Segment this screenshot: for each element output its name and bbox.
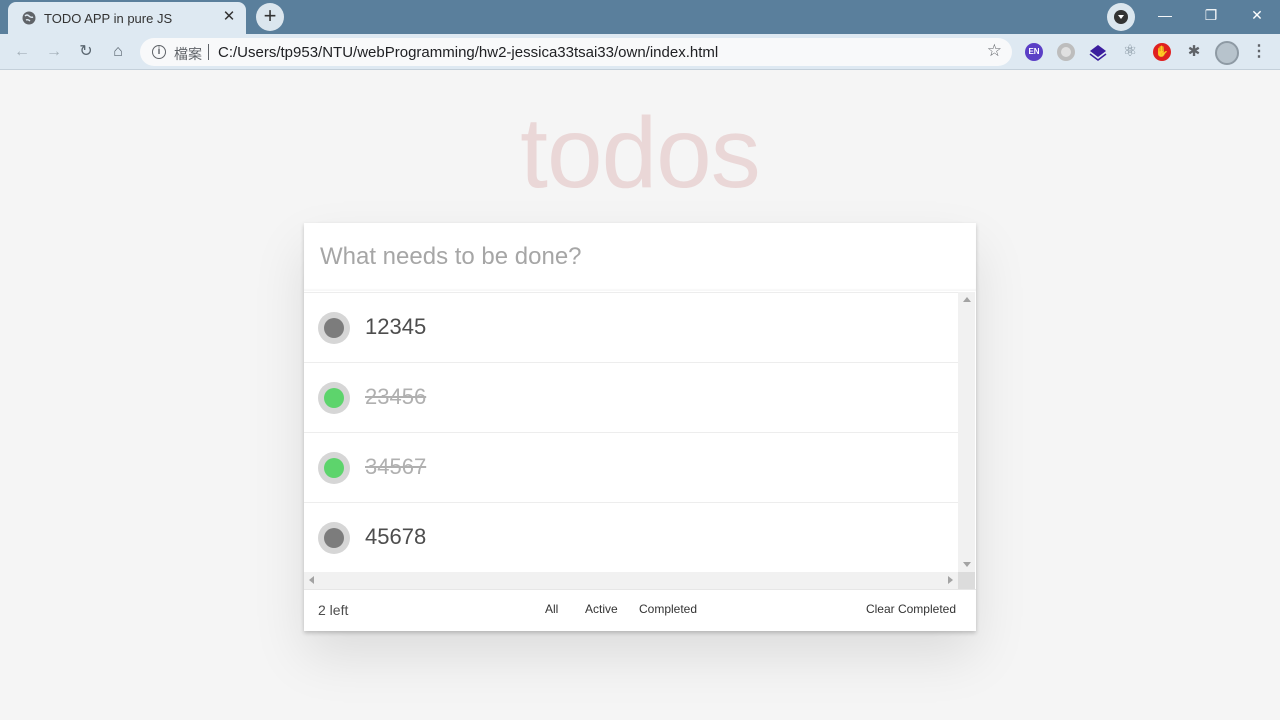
todo-text: 23456 (365, 384, 427, 409)
page-title: todos (520, 97, 761, 209)
toggle-checkbox[interactable] (318, 382, 350, 414)
forward-arrow-icon[interactable]: → (42, 40, 66, 64)
browser-tab[interactable]: TODO APP in pure JS ✕ (8, 2, 246, 34)
restore-button[interactable]: ❐ (1188, 0, 1234, 30)
translate-extension-icon[interactable]: EN (1025, 43, 1043, 61)
tab-title: TODO APP in pure JS (44, 11, 173, 26)
browser-toolbar: ← → ↻ ⌂ i 檔案 C:/Users/tp953/NTU/webProgr… (0, 34, 1280, 70)
camera-extension-icon[interactable] (1057, 43, 1075, 61)
new-tab-button[interactable]: + (256, 3, 284, 31)
filter-completed[interactable]: Completed (636, 602, 700, 616)
new-todo-input[interactable] (304, 223, 976, 291)
toggle-checkbox[interactable] (318, 522, 350, 554)
bookmark-star-icon[interactable]: ☆ (987, 41, 1002, 61)
scroll-up-icon[interactable] (963, 297, 971, 302)
file-label: 檔案 (174, 46, 202, 62)
filter-active[interactable]: Active (582, 602, 621, 616)
status-dot (324, 318, 344, 338)
todo-footer: 2 left All Active Completed Clear Comple… (304, 589, 976, 631)
todo-list-container: 12345 23456 34567 45678 (304, 292, 976, 589)
scroll-right-icon[interactable] (948, 576, 953, 584)
close-window-button[interactable]: ✕ (1234, 0, 1280, 30)
todo-text: 34567 (365, 454, 427, 479)
todo-item: 23456 (304, 363, 958, 433)
scroll-left-icon[interactable] (309, 576, 314, 584)
tab-close-icon[interactable]: ✕ (220, 8, 238, 26)
globe-icon (22, 11, 36, 25)
address-bar[interactable]: i 檔案 C:/Users/tp953/NTU/webProgramming/h… (140, 38, 1012, 66)
items-left-count: 2 left (318, 602, 349, 618)
home-icon[interactable]: ⌂ (106, 40, 130, 64)
todo-item: 45678 (304, 503, 958, 572)
title-bar: TODO APP in pure JS ✕ + — ❐ ✕ (0, 0, 1280, 34)
info-icon[interactable]: i (152, 45, 166, 59)
toggle-checkbox[interactable] (318, 312, 350, 344)
todo-text: 12345 (365, 314, 427, 339)
filter-all[interactable]: All (542, 602, 561, 616)
layers-extension-icon[interactable] (1089, 43, 1107, 61)
chevron-down-icon (1114, 10, 1128, 24)
extensions-puzzle-icon[interactable]: ✱ (1185, 43, 1203, 61)
todo-item: 12345 (304, 293, 958, 363)
divider (208, 44, 209, 60)
todo-item: 34567 (304, 433, 958, 503)
minimize-button[interactable]: — (1142, 0, 1188, 30)
status-dot (324, 458, 344, 478)
reload-icon[interactable]: ↻ (74, 40, 98, 64)
url-text[interactable]: C:/Users/tp953/NTU/webProgramming/hw2-je… (218, 44, 718, 61)
todo-app: 12345 23456 34567 45678 2 left (304, 223, 976, 631)
clear-completed-button[interactable]: Clear Completed (866, 602, 956, 616)
status-dot (324, 388, 344, 408)
todo-text: 45678 (365, 524, 427, 549)
profile-avatar[interactable] (1215, 41, 1239, 65)
status-dot (324, 528, 344, 548)
todo-list: 12345 23456 34567 45678 (304, 292, 958, 572)
adblock-extension-icon[interactable]: ✋ (1153, 43, 1171, 61)
scrollbar-corner (958, 572, 975, 589)
back-arrow-icon[interactable]: ← (10, 40, 34, 64)
tab-search-button[interactable] (1107, 3, 1135, 31)
horizontal-scrollbar[interactable] (304, 572, 958, 589)
more-menu-icon[interactable]: ⋮ (1251, 41, 1267, 63)
vertical-scrollbar[interactable] (958, 292, 975, 572)
react-devtools-icon[interactable]: ⚛ (1121, 43, 1139, 61)
toggle-checkbox[interactable] (318, 452, 350, 484)
scroll-down-icon[interactable] (963, 562, 971, 567)
